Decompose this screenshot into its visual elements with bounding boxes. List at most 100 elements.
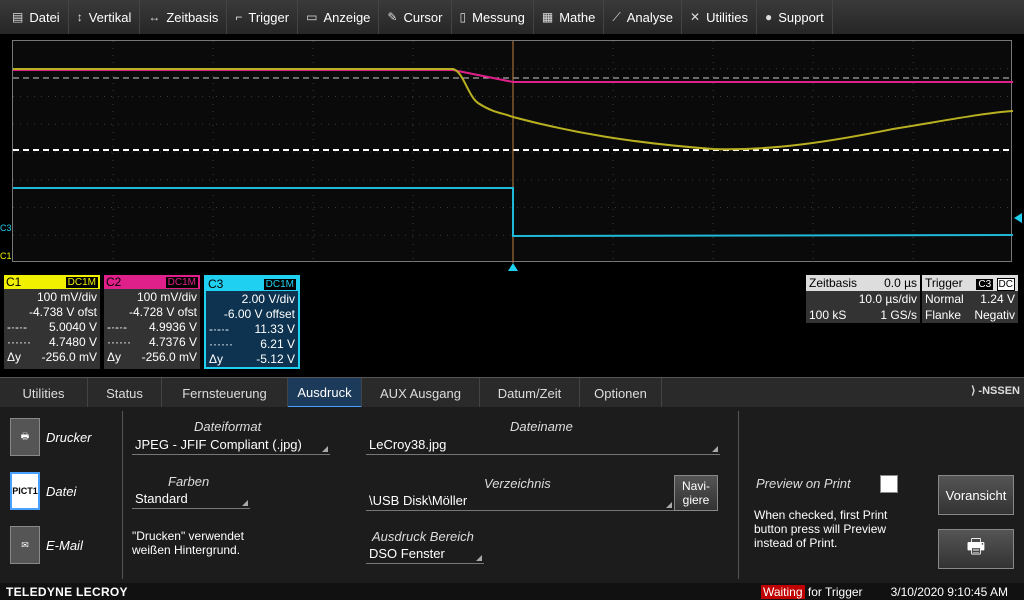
verzeichnis-input[interactable]: \USB Disk\Möller — [366, 493, 674, 511]
email-button[interactable]: ✉ E-Mail — [10, 523, 120, 567]
trigger-mode: Normal — [925, 292, 964, 306]
trigger-box[interactable]: Trigger C3 DC Normal 1.24 V Flanke Negativ — [922, 275, 1018, 323]
analyse-icon: ⟋ — [612, 9, 621, 24]
display-icon: ▭ — [306, 10, 318, 24]
cursor1-icon: -·-·- — [7, 319, 27, 334]
channel-coupling: DC1M — [65, 276, 98, 288]
tab-status[interactable]: Status — [88, 378, 162, 408]
trigger-icon: ⌐ — [235, 10, 243, 24]
channel-box-c1[interactable]: C1 DC1M 100 mV/div -4.738 V ofst -·-·- 5.0… — [4, 275, 100, 369]
status-bar: TELEDYNE LECROY Waiting for Trigger 3/10… — [0, 583, 1024, 600]
delta-y-value: -256.0 mV — [41, 349, 97, 364]
cursor2-icon: ······ — [107, 334, 131, 349]
print-button[interactable]: 🖶 — [938, 529, 1014, 569]
menu-label: Trigger — [248, 9, 290, 25]
menu-analyse[interactable]: ⟋ Analyse — [604, 0, 682, 34]
cursor2-icon: ······ — [7, 334, 31, 349]
channel-offset: -4.728 V ofst — [128, 304, 197, 319]
menu-messung[interactable]: ▯ Messung — [452, 0, 534, 34]
navigieren-button[interactable]: Navi- giere — [674, 475, 718, 511]
dateiname-input[interactable]: LeCroy38.jpg — [366, 437, 720, 455]
tab-utilities[interactable]: Utilities — [0, 378, 88, 408]
delta-y-value: -5.12 V — [256, 351, 295, 366]
tab-ausdruck[interactable]: Ausdruck — [288, 378, 362, 408]
trigger-type: Flanke — [925, 308, 962, 322]
tab-datum-zeit[interactable]: Datum/Zeit — [480, 378, 580, 408]
bereich-select[interactable]: DSO Fenster — [366, 546, 484, 564]
preview-note: When checked, first Print button press w… — [754, 508, 888, 550]
channel-offset: -4.738 V ofst — [28, 304, 97, 319]
channel-box-c3[interactable]: C3 DC1M 2.00 V/div -6.00 V offset -·-·- 11… — [204, 275, 300, 369]
menu-label: Messung — [472, 9, 525, 25]
menu-support[interactable]: ● Support — [757, 0, 833, 34]
verzeichnis-label: Verzeichnis — [484, 476, 551, 491]
menu-label: Mathe — [559, 9, 596, 25]
menu-label: Vertikal — [88, 9, 132, 25]
printer-icon: 🖶 — [966, 536, 986, 558]
dateiname-label: Dateiname — [510, 419, 573, 434]
trigger-label: Trigger — [925, 276, 963, 290]
trigger-slope: Negativ — [974, 308, 1015, 322]
c1-marker: C1 — [0, 251, 12, 261]
channel-name: C3 — [208, 277, 224, 291]
timebase-box[interactable]: Zeitbasis 0.0 µs 10.0 µs/div 100 kS 1 GS/s — [806, 275, 920, 323]
measure-icon: ▯ — [459, 10, 467, 24]
menu-datei[interactable]: ▤ Datei — [4, 0, 69, 34]
cursor2-value: 4.7376 V — [148, 334, 197, 349]
tab-optionen[interactable]: Optionen — [580, 378, 662, 408]
farben-label: Farben — [168, 474, 210, 489]
printer-icon: 🖶 — [10, 418, 40, 456]
menu-vertikal[interactable]: ↕ Vertikal — [69, 0, 141, 34]
datei-button[interactable]: PICT1 Datei — [10, 469, 120, 513]
menu-label: Analyse — [626, 9, 673, 25]
channel-name: C1 — [6, 275, 22, 289]
print-background-note: "Drucken" verwendet weißen Hintergrund. — [132, 529, 244, 557]
dateiformat-select[interactable]: JPEG - JFIF Compliant (.jpg) — [132, 437, 330, 455]
delta-y-label: Δy — [107, 349, 122, 364]
cursor1-value: 4.9936 V — [148, 319, 197, 334]
trigger-position-icon[interactable] — [508, 263, 518, 271]
timebase-tdiv: 10.0 µs/div — [858, 292, 917, 306]
channel-vdiv: 100 mV/div — [136, 289, 197, 304]
trigger-coupling: DC — [996, 278, 1015, 291]
menu-trigger[interactable]: ⌐ Trigger — [227, 0, 299, 34]
menu-mathe[interactable]: ▦ Mathe — [534, 0, 605, 34]
voransicht-button[interactable]: Voransicht — [938, 475, 1014, 515]
channel-name: C2 — [106, 275, 122, 289]
acquisition-status: Waiting for Trigger — [760, 584, 863, 599]
tools-icon: ✕ — [690, 10, 701, 24]
cursor1-value: 5.0040 V — [48, 319, 97, 334]
trigger-level: 1.24 V — [980, 292, 1015, 306]
menu-zeitbasis[interactable]: ↔ Zeitbasis — [140, 0, 228, 34]
tab-fernsteuerung[interactable]: Fernsteuerung — [162, 378, 288, 408]
cursor1-icon: -·-·- — [107, 319, 127, 334]
menu-label: Cursor — [403, 9, 443, 25]
channel-vdiv: 100 mV/div — [36, 289, 97, 304]
tab-aux-ausgang[interactable]: AUX Ausgang — [362, 378, 480, 408]
ausdruck-panel: 🖶 Drucker PICT1 Datei ✉ E-Mail Dateiformat … — [0, 407, 1024, 583]
info-icon: ● — [764, 10, 773, 24]
c3-marker: C3 — [0, 223, 12, 233]
farben-select[interactable]: Standard — [132, 491, 250, 509]
menu-anzeige[interactable]: ▭ Anzeige — [298, 0, 380, 34]
delta-y-label: Δy — [7, 349, 22, 364]
channel-box-c2[interactable]: C2 DC1M 100 mV/div -4.728 V ofst -·-·- 4.9… — [104, 275, 200, 369]
preview-checkbox[interactable] — [880, 475, 898, 493]
trigger-level-icon[interactable] — [1014, 213, 1022, 223]
menu-label: Support — [778, 9, 824, 25]
waveform-grid[interactable] — [12, 40, 1013, 263]
cursor1-icon: -·-·- — [209, 321, 229, 336]
menu-utilities[interactable]: ✕ Utilities — [682, 0, 757, 34]
drucker-button[interactable]: 🖶 Drucker — [10, 415, 120, 459]
bereich-label: Ausdruck Bereich — [372, 529, 474, 544]
brand-logo-right: ⟩ -NSSEN — [971, 385, 1020, 397]
email-icon: ✉ — [10, 526, 40, 564]
timebase-delay: 0.0 µs — [884, 276, 917, 290]
file-icon: ▤ — [12, 10, 24, 24]
menu-label: Zeitbasis — [166, 9, 219, 25]
cursor-icon: ✎ — [387, 10, 398, 24]
menu-label: Utilities — [706, 9, 748, 25]
menu-cursor[interactable]: ✎ Cursor — [379, 0, 452, 34]
updown-arrow-icon: ↕ — [76, 10, 83, 24]
channel-offset: -6.00 V offset — [223, 306, 295, 321]
